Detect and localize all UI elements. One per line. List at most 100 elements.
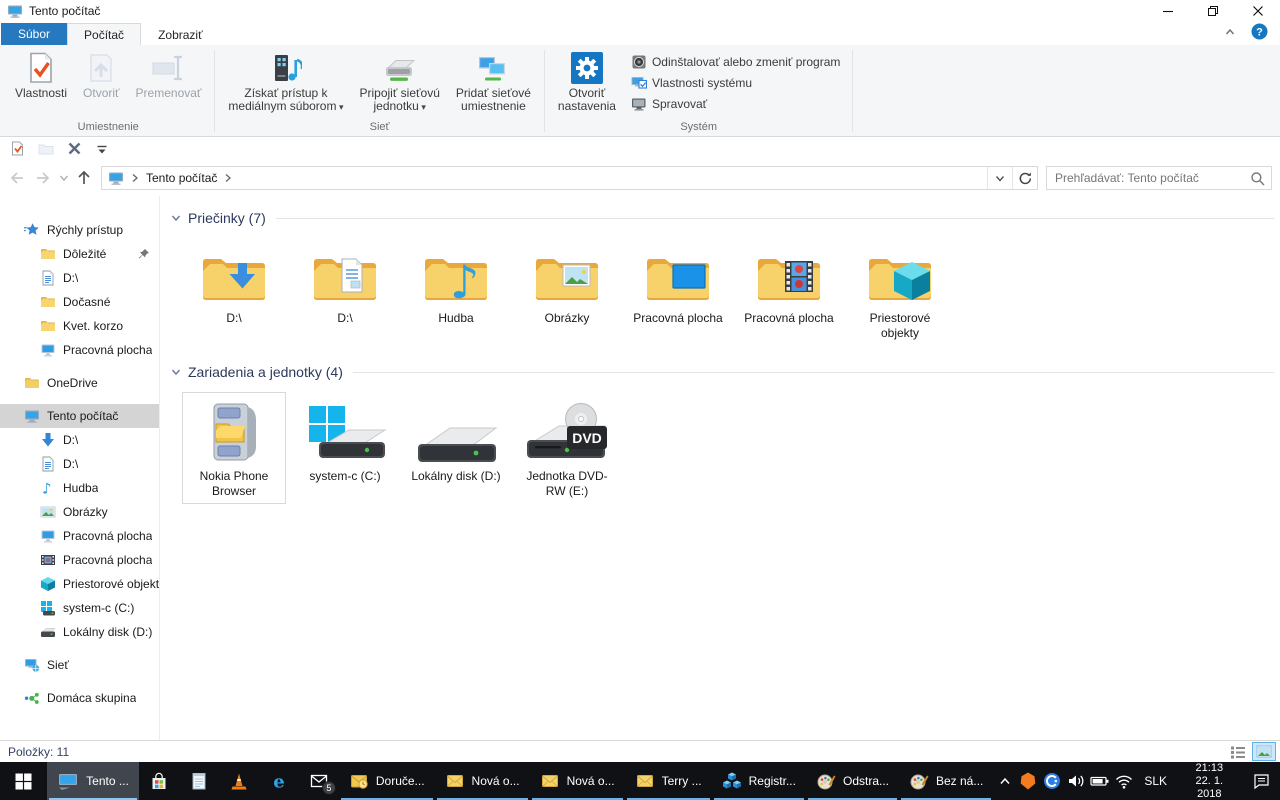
ribbon-button[interactable]: Pripojiť sieťovú jednotku ▾ (353, 49, 447, 117)
delete-x-icon[interactable] (67, 141, 82, 156)
section-header[interactable]: Zariadenia a jednotky (4) (168, 360, 1280, 384)
sidebar-item[interactable]: D:\ (0, 266, 159, 290)
file-tile[interactable]: Nokia Phone Browser (182, 392, 286, 504)
taskbar-button[interactable]: Doruče... (339, 762, 435, 800)
tab-active[interactable]: Počítač (67, 23, 142, 45)
file-tile[interactable]: Priestorové objekty (848, 238, 952, 346)
address-dropdown-icon[interactable] (987, 167, 1012, 189)
taskbar-button[interactable]: e (259, 762, 299, 800)
file-tile[interactable]: DVD Jednotka DVD-RW (E:) (515, 392, 619, 504)
secureline-icon[interactable] (1040, 762, 1064, 800)
minimize-button[interactable] (1145, 0, 1190, 22)
sidebar-item[interactable]: ♪ Hudba (0, 476, 159, 500)
volume-icon[interactable] (1064, 762, 1088, 800)
thumbnails-view-button[interactable] (1252, 742, 1276, 761)
taskbar-button[interactable]: Bez ná... (899, 762, 993, 800)
file-tile[interactable]: D:\ (182, 238, 286, 331)
sidebar-item[interactable]: Kvet. korzo (0, 314, 159, 338)
taskbar-button[interactable]: Registr... (712, 762, 806, 800)
system-drive-large-icon (303, 398, 387, 464)
up-button[interactable] (71, 165, 97, 191)
sidebar-item-label: Domáca skupina (47, 691, 137, 705)
customize-icon[interactable] (95, 142, 109, 156)
sidebar-item[interactable]: Lokálny disk (D:) (0, 620, 159, 644)
ribbon-button[interactable]: Otvoriť nastavenia (551, 49, 623, 116)
open-icon (85, 52, 117, 84)
sidebar-item[interactable]: OneDrive (0, 371, 159, 395)
sidebar-item[interactable]: D:\ (0, 452, 159, 476)
file-tile[interactable]: system-c (C:) (293, 392, 397, 489)
sidebar-item[interactable]: Sieť (0, 653, 159, 677)
tab-file[interactable]: Súbor (1, 23, 68, 45)
address-box[interactable]: Tento počítač (101, 166, 1038, 190)
taskbar-button[interactable]: 5 (299, 762, 339, 800)
file-tile[interactable]: Obrázky (515, 238, 619, 331)
taskbar-button[interactable]: Tento ... (47, 762, 139, 800)
avast-icon[interactable] (1016, 762, 1040, 800)
file-tile[interactable]: Lokálny disk (D:) (404, 392, 508, 489)
folder-downloads-icon (200, 244, 268, 306)
sidebar-item[interactable]: Pracovná plocha (0, 524, 159, 548)
ribbon-button[interactable]: Získať prístup k mediálnym súborom ▾ (221, 49, 350, 117)
ribbon-small-button[interactable]: Odinštalovať alebo zmeniť program (625, 51, 846, 72)
breadcrumb[interactable]: Tento počítač (142, 171, 221, 185)
taskbar-button[interactable] (179, 762, 219, 800)
sidebar-item[interactable]: D:\ (0, 428, 159, 452)
folder-pictures-icon (533, 244, 601, 306)
properties-small-icon[interactable] (10, 141, 25, 156)
close-button[interactable] (1235, 0, 1280, 22)
details-view-button[interactable] (1226, 742, 1250, 761)
sidebar-item[interactable]: Tento počítač (0, 404, 159, 428)
phone-browser-icon (202, 398, 266, 464)
help-icon[interactable]: ? (1251, 23, 1268, 45)
start-button[interactable] (0, 762, 47, 800)
refresh-icon[interactable] (1012, 167, 1037, 189)
battery-icon[interactable] (1088, 762, 1112, 800)
forward-button[interactable] (30, 165, 56, 191)
file-tile-label: D:\ (337, 311, 353, 325)
ribbon-button[interactable]: Vlastnosti (8, 49, 74, 103)
ribbon-small-button[interactable]: Spravovať (625, 93, 846, 114)
ribbon-collapse-icon[interactable] (1223, 25, 1237, 44)
breadcrumb-chevron-icon[interactable] (128, 170, 142, 186)
search-icon[interactable] (1250, 171, 1265, 191)
wifi-icon[interactable] (1112, 762, 1136, 800)
file-tile[interactable]: ♪ Hudba (404, 238, 508, 331)
breadcrumb-chevron-icon[interactable] (221, 170, 235, 186)
sidebar-item[interactable]: Pracovná plocha (0, 548, 159, 572)
taskbar-button[interactable]: Nová o... (530, 762, 625, 800)
ribbon-small-button[interactable]: Vlastnosti systému (625, 72, 846, 93)
taskbar-button-label: Tento ... (86, 774, 129, 788)
restore-button[interactable] (1190, 0, 1235, 22)
action-center-icon[interactable] (1244, 762, 1278, 800)
sidebar-item[interactable]: Pracovná plocha (0, 338, 159, 362)
sidebar-item[interactable]: Rýchly prístup (0, 218, 159, 242)
ribbon-button[interactable]: Pridať sieťové umiestnenie (449, 49, 538, 116)
taskbar-button[interactable] (139, 762, 179, 800)
tab-inactive[interactable]: Zobraziť (141, 23, 220, 45)
file-tile[interactable]: Pracovná plocha (626, 238, 730, 331)
recent-locations-chevron-icon[interactable] (56, 165, 71, 191)
sidebar-item[interactable]: Priestorové objekty (0, 572, 159, 596)
file-tile[interactable]: D:\ (293, 238, 397, 331)
section-header[interactable]: Priečinky (7) (168, 206, 1280, 230)
drive-icon (40, 624, 56, 640)
sidebar-item[interactable]: system-c (C:) (0, 596, 159, 620)
sidebar-item[interactable]: Domáca skupina (0, 686, 159, 710)
sidebar-item-label: D:\ (63, 271, 79, 285)
tray-chevron-up-icon[interactable] (993, 762, 1016, 800)
taskbar-clock[interactable]: 21:13 22. 1. 2018 (1175, 762, 1244, 800)
search-box[interactable] (1046, 166, 1272, 190)
search-input[interactable] (1047, 167, 1271, 189)
sidebar-item[interactable]: Dočasné (0, 290, 159, 314)
language-indicator[interactable]: SLK (1136, 774, 1175, 788)
file-tile-label: D:\ (226, 311, 242, 325)
file-tile[interactable]: Pracovná plocha (737, 238, 841, 331)
sidebar-item[interactable]: Dôležité (0, 242, 159, 266)
taskbar-button[interactable]: Nová o... (435, 762, 530, 800)
sidebar-item[interactable]: Obrázky (0, 500, 159, 524)
taskbar-button[interactable]: Terry ... (625, 762, 712, 800)
taskbar-button[interactable] (219, 762, 259, 800)
back-button[interactable] (4, 165, 30, 191)
taskbar-button[interactable]: Odstra... (806, 762, 899, 800)
